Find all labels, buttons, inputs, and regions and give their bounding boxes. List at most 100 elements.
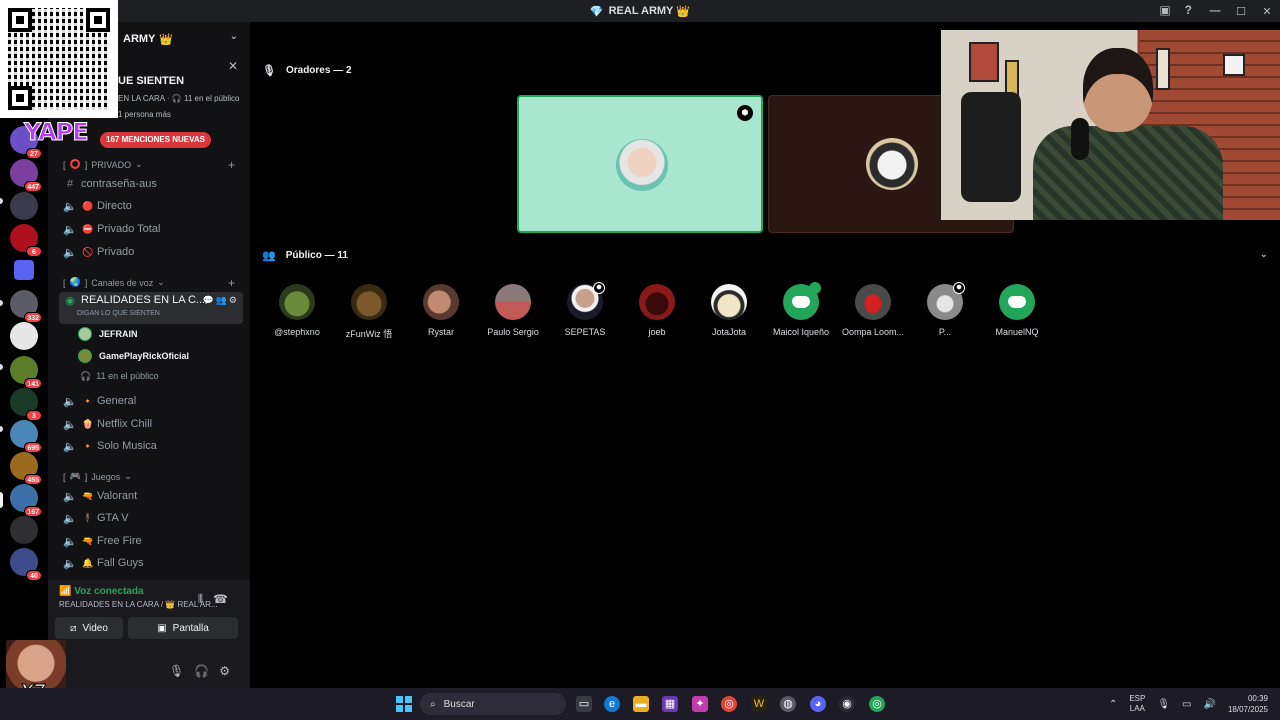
discord-icon[interactable]: ◕: [810, 696, 826, 712]
obs-icon[interactable]: ◉: [839, 696, 855, 712]
channel-solo-musica[interactable]: 🔈 🔸 Solo Musica: [59, 436, 243, 456]
unread-badge: 447: [24, 181, 42, 192]
edge-icon[interactable]: e: [604, 696, 620, 712]
task-view-icon[interactable]: ▭: [576, 696, 592, 712]
add-channel-icon[interactable]: +: [228, 276, 235, 290]
folder-icon[interactable]: [14, 260, 34, 280]
channel-privado-total[interactable]: 🔈 ⛔ Privado Total: [59, 219, 243, 239]
audience-member[interactable]: Rystar: [405, 284, 477, 337]
voice-channel-link[interactable]: REALIDADES EN LA CARA / 👑 REAL AR...: [59, 600, 218, 609]
screen-share-button[interactable]: ▣ Pantalla: [128, 617, 238, 639]
unread-badge: 27: [26, 148, 42, 159]
server-icon[interactable]: 40: [10, 548, 42, 581]
noise-suppression-icon[interactable]: ⦀: [198, 592, 213, 606]
taskbar-search[interactable]: ⌕ Buscar: [420, 693, 566, 715]
chrome-icon[interactable]: ◎: [721, 696, 737, 712]
photos-icon[interactable]: ▦: [662, 696, 678, 712]
server-icon[interactable]: [10, 322, 38, 350]
audience-member[interactable]: JotaJota: [693, 284, 765, 337]
server-icon[interactable]: 447: [10, 159, 42, 192]
channel-privado[interactable]: 🔈 🚫 Privado: [59, 242, 243, 262]
close-icon[interactable]: ✕: [228, 59, 238, 73]
lang-layout: LAA: [1129, 704, 1145, 713]
streamer-head: [1083, 48, 1153, 132]
chevron-down-icon[interactable]: ⌄: [1260, 249, 1268, 260]
search-placeholder: Buscar: [443, 698, 475, 710]
clock[interactable]: 00:39 18/07/2025: [1228, 693, 1268, 715]
category-privado[interactable]: [⭕] PRIVADO ⌄ +: [63, 158, 235, 172]
microphone-icon[interactable]: 🎙: [169, 664, 194, 678]
audience-member[interactable]: Oompa Loom...: [837, 284, 909, 337]
category-voz[interactable]: [🌏] Canales de voz ⌄ +: [63, 276, 235, 290]
bracket-close: ]: [84, 159, 88, 170]
inbox-icon[interactable]: ▣: [1159, 3, 1170, 17]
unread-pill: [0, 426, 3, 432]
member-name: JotaJota: [711, 327, 747, 337]
audience-member[interactable]: ⬢ SEPETAS: [549, 282, 621, 337]
server-icon[interactable]: 455: [10, 452, 42, 485]
chevron-up-icon[interactable]: ⌃: [1109, 699, 1117, 710]
server-icon[interactable]: 332: [10, 290, 42, 323]
stage-member[interactable]: JEFRAIN: [78, 325, 138, 343]
chrome-profile-icon[interactable]: ◎: [869, 696, 885, 712]
member-name: @stephxno: [274, 327, 320, 337]
server-icon[interactable]: 141: [10, 356, 42, 389]
channel-freefire[interactable]: 🔈 🔫 Free Fire: [59, 531, 243, 551]
headphones-icon[interactable]: 🎧: [194, 664, 219, 678]
channel-directo[interactable]: 🔈 🔴 Directo: [59, 196, 243, 216]
category-juegos[interactable]: [🎮] Juegos ⌄: [63, 471, 132, 482]
audience-count[interactable]: 🎧 11 en el público: [80, 371, 159, 382]
disconnect-icon[interactable]: ☎: [213, 592, 238, 606]
microphone-icon[interactable]: 🎙: [1157, 699, 1170, 710]
audience-member[interactable]: ManuelNQ: [981, 284, 1053, 337]
users-icon: 👥: [262, 250, 276, 262]
channel-realidades-stage[interactable]: ◉ REALIDADES EN LA C... DIGAN LO QUE SIE…: [59, 292, 243, 324]
language-indicator[interactable]: ESP LAA: [1129, 694, 1145, 714]
audience-member[interactable]: zFunWiz 悟: [333, 284, 405, 340]
video-button[interactable]: ⧄ Video: [55, 617, 123, 639]
stage-icon: ◉: [65, 295, 75, 307]
speaker-icon: 🔈: [63, 557, 77, 570]
channel-contrasena[interactable]: # contraseña-aus: [59, 174, 243, 194]
close-window-button[interactable]: ✕: [1254, 5, 1280, 18]
stage-member[interactable]: GamePlayRickOficial: [78, 347, 189, 365]
speaker-icon: 🔈: [63, 440, 77, 453]
minimize-button[interactable]: —: [1202, 5, 1228, 17]
new-mentions-button[interactable]: 167 MENCIONES NUEVAS: [100, 132, 211, 148]
server-icon[interactable]: 695: [10, 420, 42, 453]
file-explorer-icon[interactable]: ▬: [633, 696, 649, 712]
user-controls: 🎙🎧⚙: [169, 664, 240, 678]
gear-icon[interactable]: ⚙: [219, 664, 240, 678]
discord-logo-icon: [1008, 296, 1026, 308]
audience-member[interactable]: Maicol Iqueño: [765, 282, 837, 337]
network-icon[interactable]: ▭: [1182, 699, 1191, 710]
server-icon-real-army[interactable]: 167: [10, 484, 42, 517]
diamond-emoji: 🔸: [82, 395, 94, 406]
start-button[interactable]: [396, 696, 412, 712]
chevron-down-icon: ⌄: [135, 159, 143, 169]
server-icon[interactable]: [10, 516, 38, 544]
channel-valorant[interactable]: 🔈 🔫 Valorant: [59, 486, 243, 506]
channel-netflix[interactable]: 🔈 🍿 Netflix Chill: [59, 414, 243, 434]
gamepad-emoji: 🎮: [69, 471, 81, 481]
audience-member[interactable]: @stephxno: [261, 284, 333, 337]
copilot-icon[interactable]: ✦: [692, 696, 708, 712]
server-icon[interactable]: 6: [10, 224, 42, 257]
maximize-button[interactable]: ☐: [1228, 5, 1254, 18]
audience-member[interactable]: Paulo Sergio: [477, 284, 549, 337]
server-icon[interactable]: [10, 192, 38, 220]
game-launcher-icon[interactable]: W: [751, 696, 767, 712]
member-name: Maicol Iqueño: [772, 327, 830, 337]
speaker-tile[interactable]: ⬢: [517, 95, 763, 233]
server-icon[interactable]: 3: [10, 388, 42, 421]
channel-actions[interactable]: 💬👥⚙: [203, 295, 239, 306]
audience-member[interactable]: ⬢ P...: [909, 282, 981, 337]
browser-icon[interactable]: ◍: [780, 696, 796, 712]
add-channel-icon[interactable]: +: [228, 158, 235, 172]
channel-fallguys[interactable]: 🔈 🔔 Fall Guys: [59, 553, 243, 573]
audience-member[interactable]: joeb: [621, 284, 693, 337]
channel-general[interactable]: 🔈 🔸 General: [59, 391, 243, 411]
volume-icon[interactable]: 🔊: [1204, 699, 1216, 710]
channel-gta[interactable]: 🔈 🕴 GTA V: [59, 508, 243, 528]
help-icon[interactable]: ?: [1185, 3, 1192, 17]
